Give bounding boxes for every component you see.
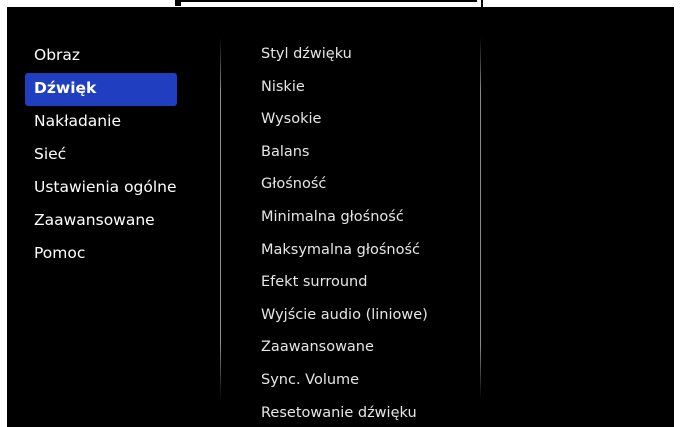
submenu-item-resetowanie-dzwieku[interactable]: Resetowanie dźwięku — [261, 398, 481, 427]
menu-item-zaawansowane[interactable]: Zaawansowane — [25, 205, 177, 238]
submenu-item-sync-volume[interactable]: Sync. Volume — [261, 365, 481, 398]
submenu-item-styl-dzwieku[interactable]: Styl dźwięku — [261, 39, 481, 72]
value-panel — [485, 37, 670, 399]
menu-item-siec[interactable]: Sieć — [25, 139, 177, 172]
submenu-item-minimalna-glosnosc[interactable]: Minimalna głośność — [261, 202, 481, 235]
top-mark-bar — [181, 0, 477, 2]
submenu-item-balans[interactable]: Balans — [261, 137, 481, 170]
submenu-item-wysokie[interactable]: Wysokie — [261, 104, 481, 137]
menu-item-obraz[interactable]: Obraz — [25, 40, 177, 73]
divider-right — [480, 37, 481, 399]
submenu-item-niskie[interactable]: Niskie — [261, 72, 481, 105]
menu-item-dzwiek[interactable]: Dźwięk — [25, 73, 177, 106]
menu-item-nakladanie[interactable]: Nakładanie — [25, 106, 177, 139]
divider-left — [220, 37, 221, 399]
sound-submenu: Styl dźwięku Niskie Wysokie Balans Głośn… — [261, 39, 481, 427]
submenu-item-efekt-surround[interactable]: Efekt surround — [261, 267, 481, 300]
settings-screen: Obraz Dźwięk Nakładanie Sieć Ustawienia … — [7, 7, 674, 427]
submenu-item-maksymalna-glosnosc[interactable]: Maksymalna głośność — [261, 235, 481, 268]
submenu-item-zaawansowane[interactable]: Zaawansowane — [261, 332, 481, 365]
main-menu: Obraz Dźwięk Nakładanie Sieć Ustawienia … — [25, 40, 177, 271]
submenu-item-wyjscie-audio[interactable]: Wyjście audio (liniowe) — [261, 300, 481, 333]
menu-item-ustawienia-ogolne[interactable]: Ustawienia ogólne — [25, 172, 177, 205]
top-border — [0, 0, 681, 8]
menu-item-pomoc[interactable]: Pomoc — [25, 238, 177, 271]
submenu-item-glosnosc[interactable]: Głośność — [261, 169, 481, 202]
